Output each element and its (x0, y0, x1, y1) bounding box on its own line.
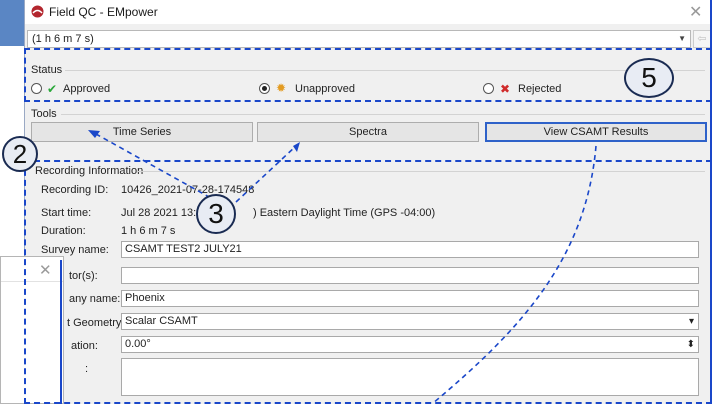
arrow-from-csamt-results (431, 145, 597, 404)
arrow-to-time-series (95, 133, 219, 203)
annotation-arrows (88, 130, 597, 404)
arrowhead-spectra (293, 142, 300, 152)
callout-3: 3 (196, 194, 236, 234)
callout-5: 5 (624, 58, 674, 98)
arrow-to-spectra (235, 145, 297, 203)
callout-2: 2 (2, 136, 38, 172)
arrowhead-time-series (88, 130, 100, 138)
